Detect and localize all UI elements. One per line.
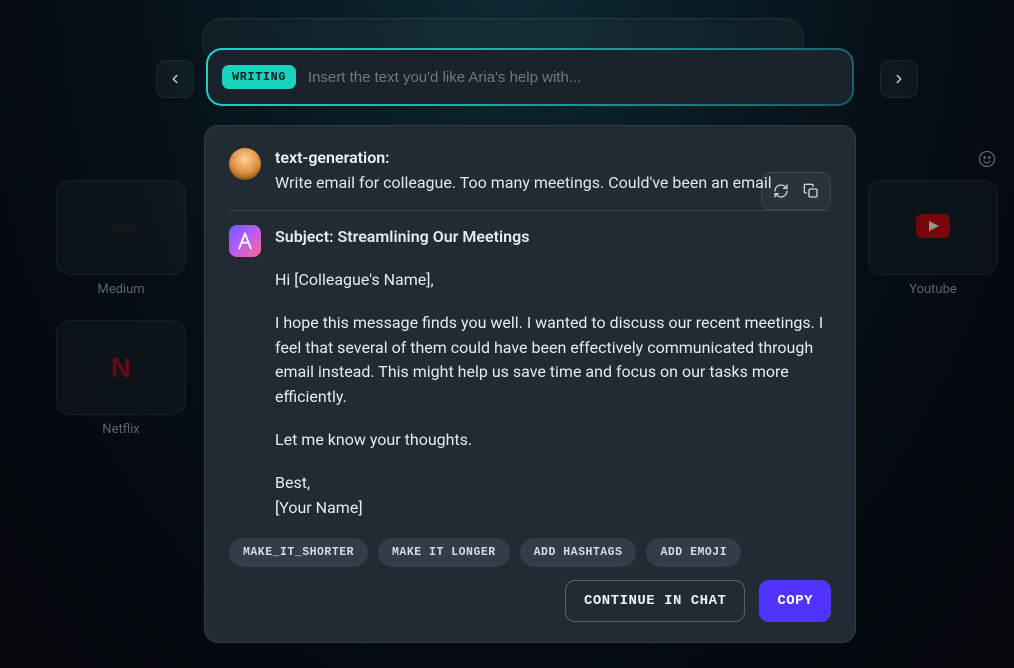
suggestion-row: MAKE_IT_SHORTER MAKE IT LONGER ADD HASHT… — [229, 538, 831, 567]
youtube-icon — [916, 214, 950, 242]
copy-button[interactable]: COPY — [759, 580, 831, 622]
user-avatar — [229, 148, 261, 180]
netflix-icon: N — [111, 352, 131, 384]
user-message-text: Write email for colleague. Too many meet… — [275, 171, 831, 194]
copy-response-button[interactable] — [796, 177, 826, 205]
prompt-bar: WRITING — [206, 48, 854, 106]
email-body: I hope this message finds you well. I wa… — [275, 311, 831, 410]
speed-dial-medium[interactable]: ●●● Medium — [56, 180, 186, 275]
medium-icon: ●●● — [107, 215, 135, 241]
aria-avatar — [229, 225, 261, 257]
chevron-left-icon — [168, 72, 182, 86]
email-closing: Let me know your thoughts. — [275, 428, 831, 453]
suggestion-make-shorter[interactable]: MAKE_IT_SHORTER — [229, 538, 368, 567]
email-subject: Subject: Streamlining Our Meetings — [275, 225, 831, 250]
suggestion-make-longer[interactable]: MAKE IT LONGER — [378, 538, 510, 567]
emoji-button[interactable] — [978, 150, 996, 172]
response-card: text-generation: Write email for colleag… — [204, 125, 856, 643]
assistant-message: Subject: Streamlining Our Meetings Hi [C… — [229, 225, 831, 520]
email-signature: [Your Name] — [275, 496, 831, 521]
nav-prev-button[interactable] — [156, 60, 194, 98]
suggestion-add-hashtags[interactable]: ADD HASHTAGS — [520, 538, 637, 567]
speed-dial-youtube[interactable]: Youtube — [868, 180, 998, 275]
email-signoff: Best, — [275, 471, 831, 496]
nav-next-button[interactable] — [880, 60, 918, 98]
speed-dial-netflix[interactable]: N Netflix — [56, 320, 186, 415]
continue-in-chat-button[interactable]: CONTINUE IN CHAT — [565, 580, 745, 622]
speed-dial-label: Medium — [97, 282, 144, 297]
regenerate-button[interactable] — [766, 177, 796, 205]
speed-dial-label: Netflix — [102, 422, 139, 437]
email-greeting: Hi [Colleague's Name], — [275, 268, 831, 293]
card-footer: CONTINUE IN CHAT COPY — [229, 580, 831, 622]
response-action-bar — [761, 172, 831, 210]
chevron-right-icon — [892, 72, 906, 86]
user-message: text-generation: Write email for colleag… — [229, 148, 831, 194]
prompt-input[interactable] — [308, 69, 838, 86]
regenerate-icon — [773, 183, 789, 199]
mode-chip-writing[interactable]: WRITING — [222, 65, 296, 89]
emoji-icon — [978, 150, 996, 168]
user-message-title: text-generation: — [275, 148, 831, 167]
separator — [229, 210, 831, 211]
copy-icon — [803, 183, 819, 199]
speed-dial-label: Youtube — [909, 282, 957, 297]
suggestion-add-emoji[interactable]: ADD EMOJI — [646, 538, 741, 567]
